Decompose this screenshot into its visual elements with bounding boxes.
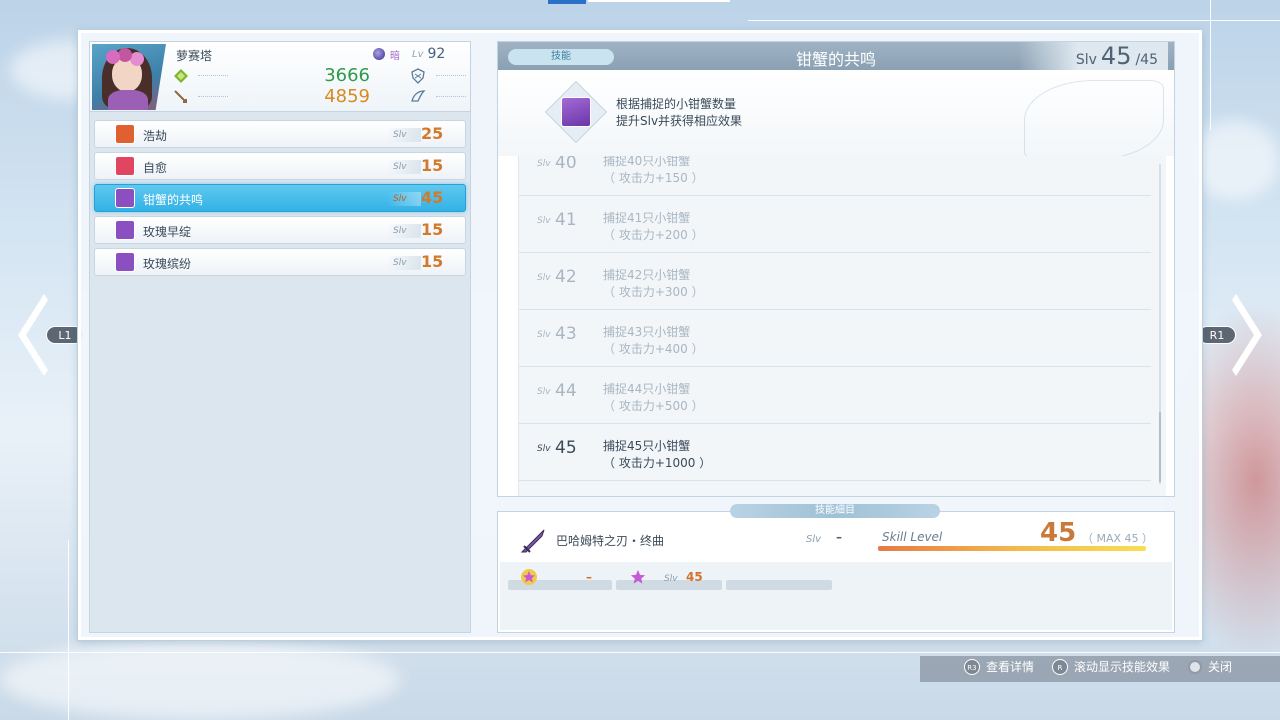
- skill-item-2[interactable]: 自愈 Slv 15: [94, 152, 466, 180]
- level-row: Slv 41 捕捉41只小钳蟹（ 攻击力+200 ）: [519, 197, 1151, 253]
- slv-label: Slv: [387, 128, 421, 142]
- skill-level: 25: [421, 124, 444, 143]
- slv-label: Slv: [387, 224, 421, 238]
- weapon-slv-value: –: [836, 530, 842, 544]
- description-line-1: 根据捕捉的小钳蟹数量: [616, 97, 737, 111]
- deco-line: [0, 652, 1280, 653]
- source-2-value: 45: [686, 570, 703, 584]
- attack-value: 3666: [324, 65, 370, 86]
- skill-item-1[interactable]: 浩劫 Slv 25: [94, 120, 466, 148]
- crab-skill-icon: [544, 80, 608, 144]
- chevron-right-icon: [1232, 294, 1262, 376]
- description-line-2: 提升Slv并获得相应效果: [616, 114, 743, 128]
- source-2-slv-label: Slv: [664, 574, 678, 584]
- level-label: Lv: [412, 48, 424, 60]
- stat-wing-icon: [411, 90, 426, 102]
- skill-level: 15: [421, 156, 444, 175]
- skill-source-list: – Slv 45: [500, 562, 1172, 630]
- skill-level: 15: [421, 252, 444, 271]
- weapon-name: 巴哈姆特之刃・终曲: [556, 534, 665, 548]
- star-badge-icon: [521, 569, 537, 585]
- prev-character-arrow[interactable]: [18, 294, 48, 376]
- character-portrait: [92, 44, 166, 110]
- element-label: 暗: [390, 50, 400, 62]
- level-row: Slv 42 捕捉42只小钳蟹（ 攻击力+300 ）: [519, 254, 1151, 310]
- slv-label: Slv: [387, 160, 421, 174]
- character-card: 萝赛塔 暗 Lv 92 3666 7% 4859 89: [90, 42, 550, 112]
- character-level: 92: [427, 46, 446, 62]
- skill-level-total: 45: [1040, 518, 1077, 548]
- button-hints: R3 查看详情 R 滚动显示技能效果 关闭: [963, 658, 1232, 675]
- sword-skill-icon: [115, 124, 135, 144]
- top-indicator: [548, 0, 586, 4]
- breakdown-header: 技能細目: [730, 504, 940, 518]
- dark-element-icon: [372, 47, 386, 61]
- skill-item-5[interactable]: 玫瑰缤纷 Slv 15: [94, 248, 466, 276]
- top-indicator-line: [588, 0, 730, 2]
- skill-item-4[interactable]: 玫瑰早绽 Slv 15: [94, 216, 466, 244]
- source-chip-empty: [726, 580, 832, 590]
- skill-level: 15: [421, 220, 444, 239]
- slv-label: Slv: [387, 256, 421, 270]
- hint-close[interactable]: 关闭: [1187, 658, 1232, 675]
- rose-skill-icon: [115, 252, 135, 272]
- skill-name: 浩劫: [143, 129, 168, 143]
- r3-button-icon: R3: [963, 658, 980, 675]
- skill-name: 自愈: [143, 161, 168, 175]
- scrollbar-thumb[interactable]: [1159, 412, 1161, 482]
- defense-row: 4859 89: [170, 86, 550, 107]
- level-row: Slv 40 捕捉40只小钳蟹（ 攻击力+150 ）: [519, 156, 1151, 196]
- deco-line: [1210, 0, 1211, 130]
- sword-icon: [520, 529, 545, 553]
- weapon-slv-label: Slv: [806, 534, 822, 545]
- skill-item-3[interactable]: 钳蟹的共鸣 Slv 45: [94, 184, 466, 212]
- chevron-left-icon: [18, 294, 48, 376]
- skill-name: 玫瑰缤纷: [143, 257, 192, 271]
- skill-header: 技能 钳蟹的共鸣 Slv 45 /45: [498, 42, 1174, 70]
- skill-name: 玫瑰早绽: [143, 225, 192, 239]
- level-row: Slv 44 捕捉44只小钳蟹（ 攻击力+500 ）: [519, 368, 1151, 424]
- star-icon: [630, 569, 646, 584]
- hint-view-details[interactable]: R3 查看详情: [963, 658, 1034, 675]
- skill-name: 钳蟹的共鸣: [143, 193, 204, 207]
- skill-description: 根据捕捉的小钳蟹数量 提升Slv并获得相应效果: [498, 70, 1174, 160]
- skill-level-display: Slv 45 /45: [1018, 42, 1168, 70]
- hint-scroll-effects[interactable]: R 滚动显示技能效果: [1051, 658, 1170, 675]
- heal-skill-icon: [115, 156, 135, 176]
- level-effect-list[interactable]: Slv 40 捕捉40只小钳蟹（ 攻击力+150 ） Slv 41 捕捉41只小钳蟹…: [518, 156, 1166, 496]
- character-name: 萝赛塔: [176, 49, 213, 63]
- attack-row: 3666 7%: [170, 65, 550, 86]
- skill-level-label: Skill Level: [882, 530, 943, 544]
- next-character-arrow[interactable]: [1232, 294, 1262, 376]
- background-cloud: [1190, 120, 1280, 200]
- stat-shield-icon: [411, 68, 425, 84]
- source-1-value: –: [586, 570, 592, 584]
- defense-value: 4859: [324, 86, 370, 107]
- decorative-swirl: [1024, 80, 1164, 160]
- deco-line: [748, 20, 1280, 21]
- slv-label: Slv: [387, 192, 421, 206]
- rose-skill-icon: [115, 220, 135, 240]
- skill-level-bar: [878, 546, 1146, 551]
- r1-button[interactable]: R1: [1198, 326, 1236, 344]
- circle-button-icon: [1187, 659, 1202, 674]
- weapon-stat-icon: [174, 90, 187, 103]
- deco-line: [68, 540, 69, 720]
- character-panel: 萝赛塔 暗 Lv 92 3666 7% 4859 89: [89, 41, 550, 633]
- scrollbar[interactable]: [1159, 164, 1161, 484]
- skill-window: 萝赛塔 暗 Lv 92 3666 7% 4859 89: [78, 30, 1202, 640]
- level-row: Slv 43 捕捉43只小钳蟹（ 攻击力+400 ）: [519, 311, 1151, 367]
- right-stick-icon: R: [1051, 658, 1068, 675]
- attack-gem-icon: [174, 69, 188, 83]
- crab-skill-icon: [115, 188, 135, 208]
- skill-level-max: （ MAX 45 ）: [1082, 532, 1154, 545]
- skill-breakdown: 技能細目 巴哈姆特之刃・终曲 Slv – Skill Level 45 （ MA…: [497, 504, 1175, 633]
- skill-level: 45: [421, 188, 444, 207]
- level-row-current: Slv 45 捕捉45只小钳蟹（ 攻击力+1000 ）: [519, 425, 1151, 481]
- skill-detail-panel: 技能 钳蟹的共鸣 Slv 45 /45 根据捕捉的小钳蟹数量 提升Slv并获得相…: [497, 41, 1175, 497]
